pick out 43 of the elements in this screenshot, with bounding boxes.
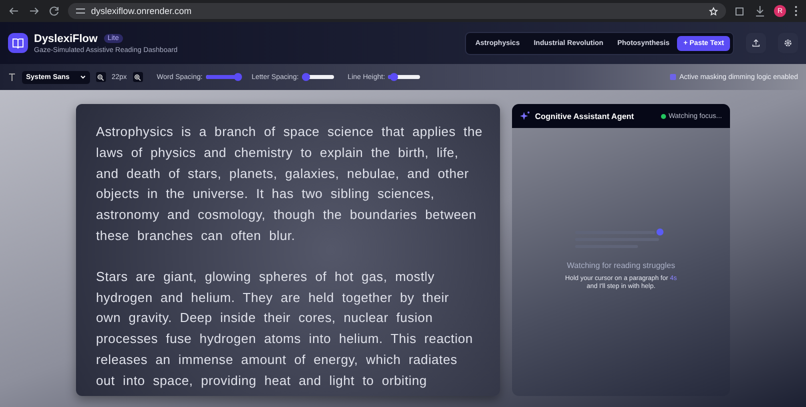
spacing-slider[interactable] <box>302 75 334 79</box>
zoom-in-icon <box>134 74 142 80</box>
back-icon[interactable] <box>8 5 20 17</box>
assistant-heading: Watching for reading struggles <box>566 261 676 270</box>
reload-icon[interactable] <box>48 5 60 17</box>
sparkle-icon <box>520 111 530 121</box>
paragraph-line: Stars are giant, glowing spheres of hot gas, mostly <box>96 268 436 286</box>
forward-icon[interactable] <box>28 5 40 17</box>
slider-thumb[interactable] <box>234 73 242 81</box>
zoom-in-button[interactable] <box>132 72 143 82</box>
paragraph-line: astronomy and cosmology, though the boundaries between <box>96 206 478 224</box>
zoom-out-button[interactable] <box>96 72 106 82</box>
settings-button[interactable] <box>778 33 798 53</box>
book-icon <box>8 33 28 53</box>
mask-icon <box>670 74 676 80</box>
app-title: DyslexiFlow <box>34 32 98 44</box>
slider-thumb[interactable] <box>302 73 310 81</box>
spacing-slider[interactable] <box>388 75 420 79</box>
paragraph-line: own gravity. Deep inside their cores, nuclear fusion <box>96 309 434 328</box>
chevron-icon <box>80 75 86 79</box>
paragraph-line: Astrophysics is a branch of space science that applies the <box>96 123 483 141</box>
settings-icon <box>784 38 792 48</box>
assistant-title: Cognitive Assistant Agent <box>535 112 634 120</box>
paragraph-line: these branches can often blur. <box>96 226 296 245</box>
paragraph-line: hydrogen and helium. They are held together by their <box>96 288 450 307</box>
url-text: dyslexiflow.onrender.com <box>91 6 192 16</box>
download-icon[interactable] <box>754 5 766 17</box>
address-bar[interactable]: dyslexiflow.onrender.com <box>68 3 726 19</box>
paragraph-line: and death of stars, planets, galaxies, nebulae, and other <box>96 164 470 183</box>
upload-icon <box>752 38 760 48</box>
star-icon[interactable] <box>709 6 718 16</box>
paragraph-line: releases an immense amount of energy, which radiates <box>96 350 458 369</box>
site-settings-icon[interactable] <box>76 7 85 15</box>
upload-button[interactable] <box>746 33 766 53</box>
paragraph-line: objects in the universe. It has two sibling sciences, <box>96 185 436 204</box>
more-icon[interactable] <box>794 5 798 17</box>
slider-thumb[interactable] <box>390 73 398 81</box>
text-icon <box>8 73 16 81</box>
paragraph-line: processes fuse hydrogen atoms into helium. This reaction <box>96 330 474 348</box>
status-dot <box>660 114 666 118</box>
zoom-out-icon <box>97 74 104 80</box>
paragraph-line: out into space, providing heat and light to orbiting <box>96 372 428 390</box>
paragraph-line: laws of physics and chemistry to explain the birth, life, <box>96 144 460 162</box>
